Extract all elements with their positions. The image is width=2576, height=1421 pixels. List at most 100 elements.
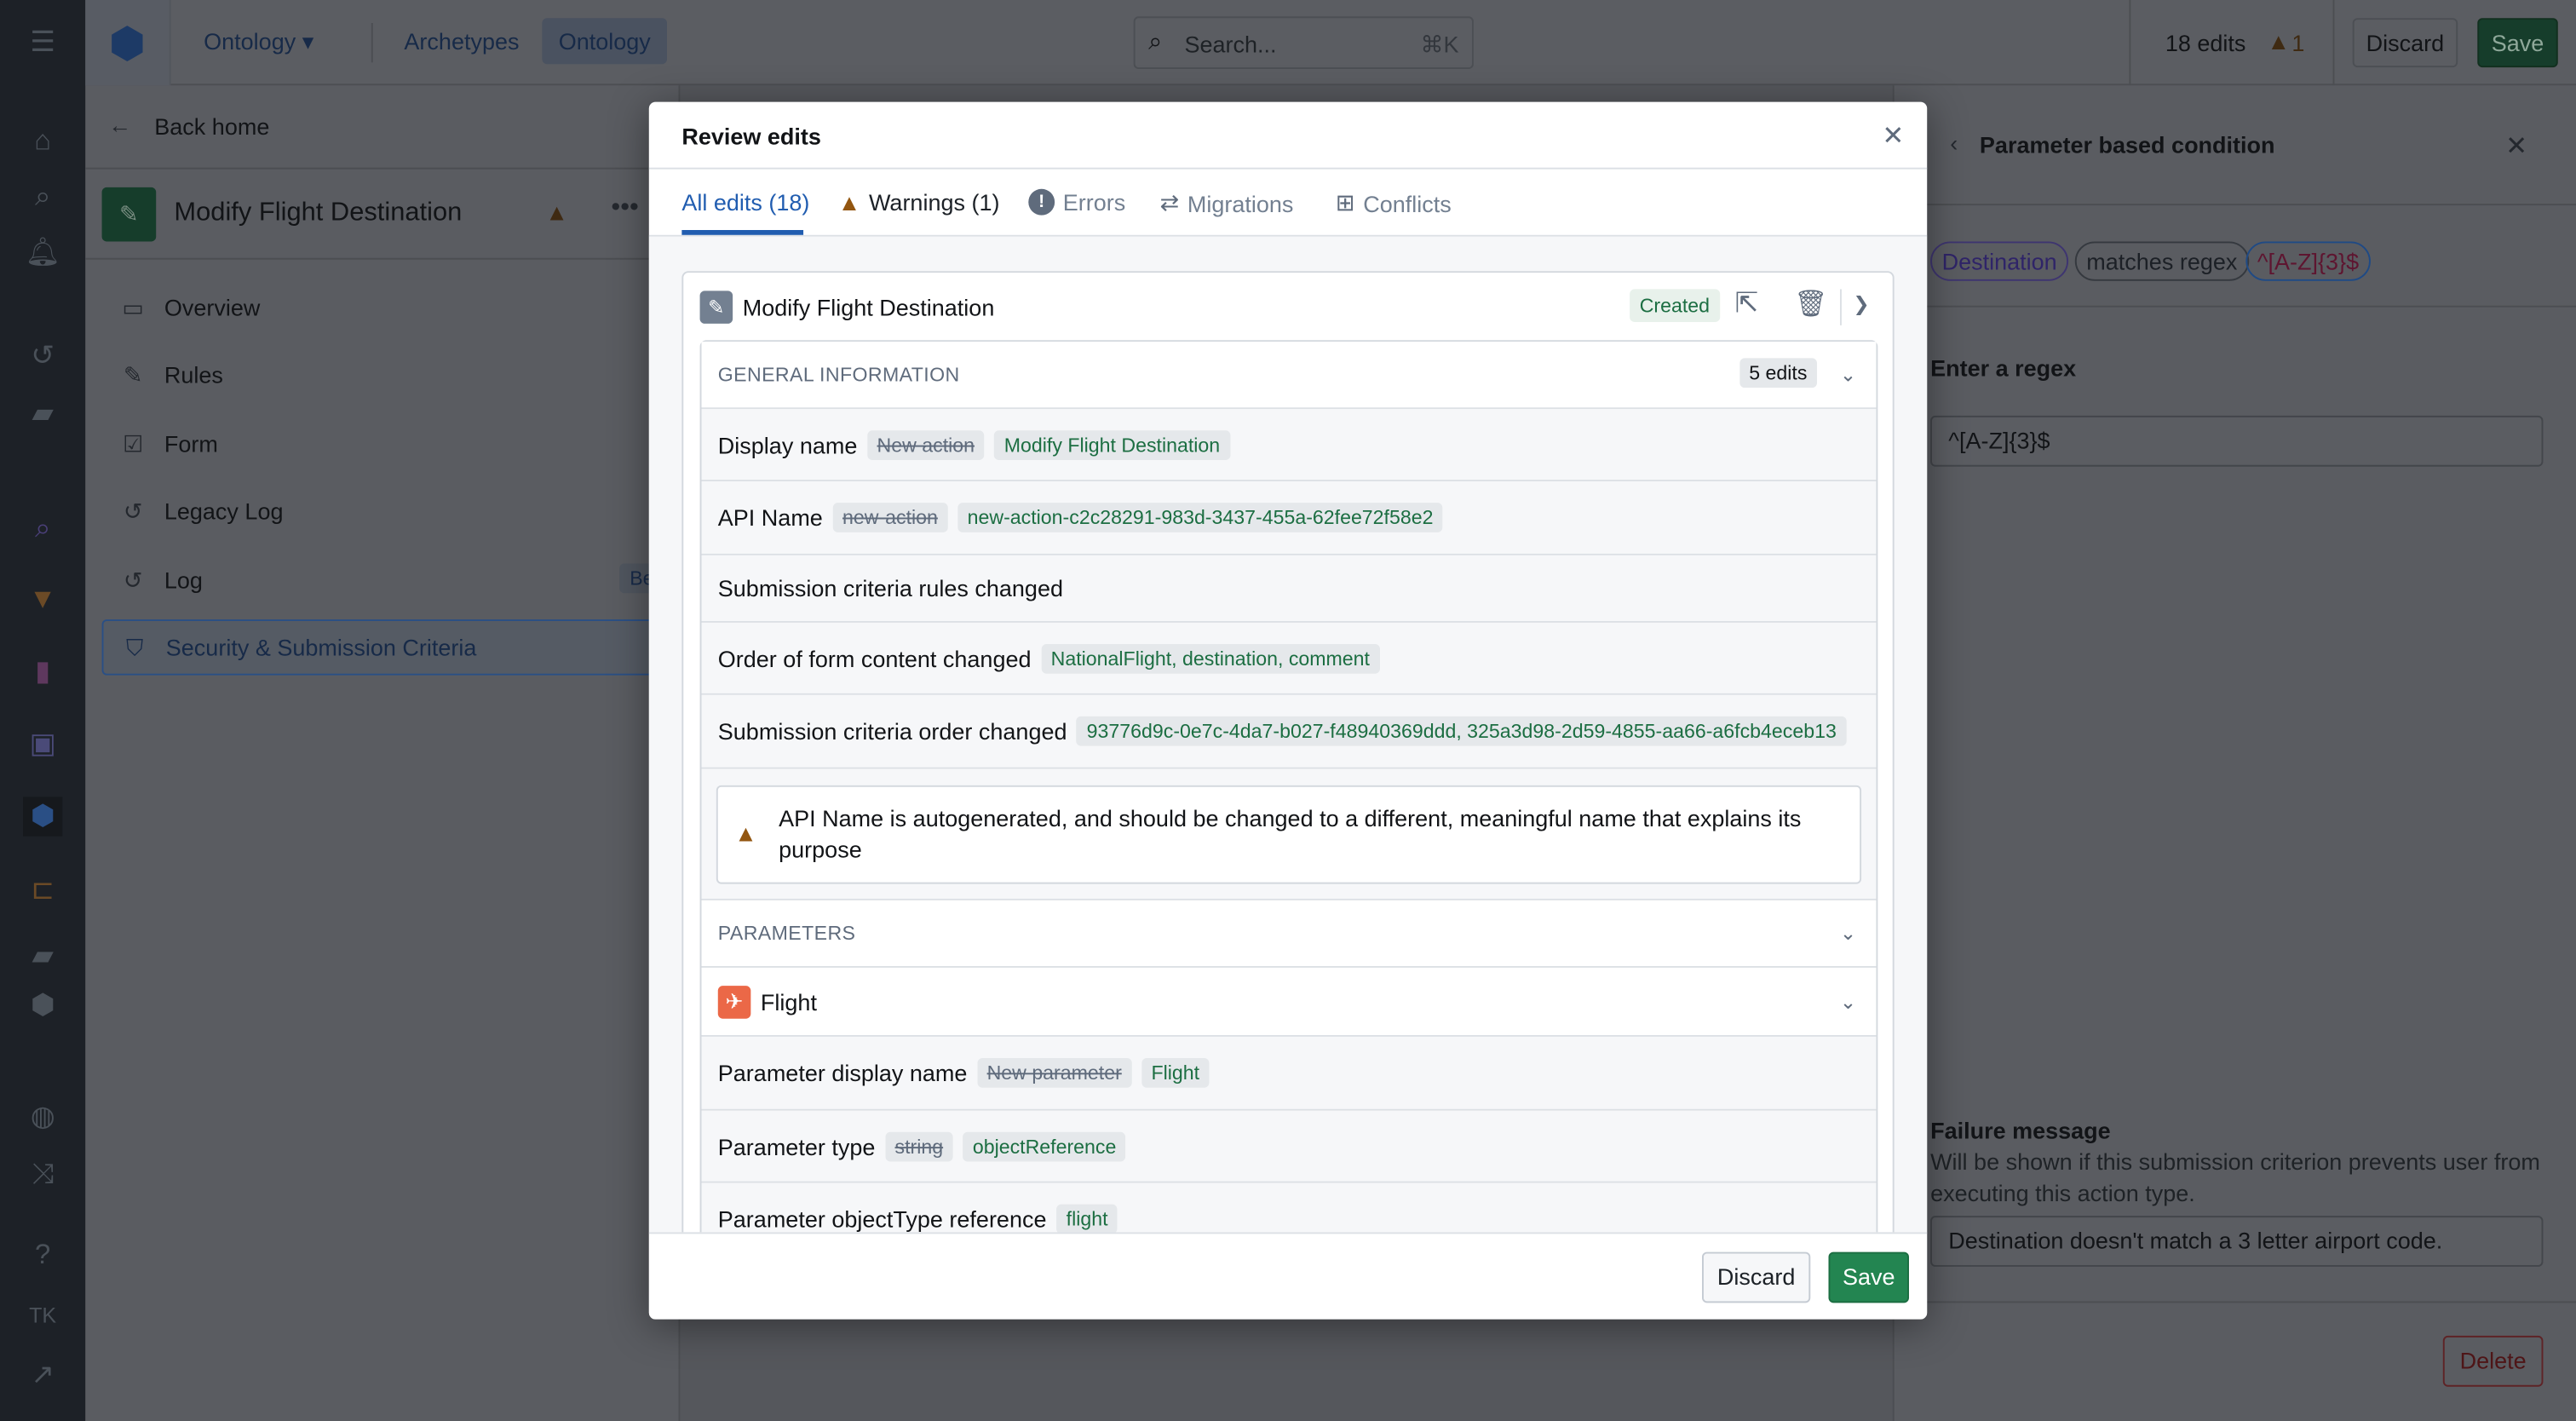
new-value: Flight	[1141, 1057, 1210, 1088]
edit-card: ✎ Modify Flight Destination Created ⇱ 🗑︎…	[681, 271, 1895, 1233]
swap-icon: ⇄	[1159, 188, 1180, 216]
folder-icon[interactable]: ▰	[23, 394, 62, 434]
search-icon[interactable]: ⌕	[23, 177, 62, 216]
nav-rules[interactable]: ✎ Rules	[102, 347, 681, 403]
edit-row: API Name new-action new-action-c2c28291-98…	[701, 481, 1877, 555]
nav-overview[interactable]: ▭ Overview	[102, 279, 681, 336]
chevron-left-icon[interactable]: ‹	[1950, 129, 1958, 156]
warning-icon: ▲	[734, 820, 757, 847]
divider	[2332, 0, 2335, 86]
bell-icon[interactable]: 🔔︎	[23, 233, 62, 273]
pencil-icon: ✎	[101, 187, 157, 242]
app-menu[interactable]: Ontology ▾	[204, 28, 313, 56]
tab-label: All edits (18)	[681, 188, 810, 216]
edits-count[interactable]: 18 edits	[2165, 30, 2246, 56]
edit-row: Submission criteria order changed 93776d9…	[701, 694, 1877, 769]
chevron-down-icon: ⌄	[1839, 363, 1857, 387]
warning-count: 1	[2291, 29, 2305, 56]
ontology-cube-icon[interactable]: ⬢	[22, 797, 63, 837]
menu-icon[interactable]: ☰	[23, 23, 62, 62]
history-icon[interactable]: ↺	[23, 337, 62, 376]
discard-button[interactable]: Discard	[2352, 18, 2458, 68]
starred-cube-icon[interactable]: ⬢	[23, 986, 62, 1025]
row-label: Order of form content changed	[717, 644, 1032, 671]
value-chip[interactable]: ^[A-Z]{3}$	[2245, 241, 2371, 281]
help-icon[interactable]: ?	[23, 1235, 62, 1274]
back-home-label: Back home	[154, 113, 270, 140]
expand-icon[interactable]: ↗	[23, 1355, 62, 1395]
parameter-flight-header[interactable]: ✈ Flight ⌄	[701, 967, 1877, 1037]
pencil-icon: ✎	[123, 360, 143, 388]
dialog-title: Review edits	[681, 123, 821, 150]
app-menu-label: Ontology	[204, 27, 296, 55]
save-button[interactable]: Save	[1828, 1251, 1909, 1303]
divider	[1894, 305, 2576, 308]
parameter-chip[interactable]: Destination	[1930, 241, 2069, 281]
open-external-icon[interactable]: ⇱	[1735, 287, 1758, 320]
divider	[1839, 289, 1842, 325]
user-avatar[interactable]: TK	[23, 1297, 62, 1336]
old-value: string	[884, 1130, 953, 1161]
monitor-icon: ▭	[122, 293, 144, 320]
more-icon[interactable]: •••	[611, 194, 638, 224]
search-input[interactable]: ⌕ Search... ⌘K	[1133, 16, 1474, 69]
general-information-header[interactable]: GENERAL INFORMATION 5 edits ⌄	[701, 342, 1877, 410]
tab-label: Migrations	[1187, 189, 1294, 216]
edit-row: Submission criteria rules changed	[701, 555, 1877, 623]
pipeline-icon[interactable]: ⊏	[23, 871, 62, 910]
warning-icon: ▲	[2267, 27, 2291, 55]
active-tab-indicator	[681, 229, 804, 235]
failure-message-input[interactable]: Destination doesn't match a 3 letter air…	[1930, 1216, 2544, 1267]
tab-all-edits[interactable]: All edits (18)	[681, 189, 809, 216]
ontology-logo: ⬢	[85, 0, 171, 86]
tab-migrations[interactable]: ⇄ Migrations	[1160, 189, 1294, 217]
discard-button[interactable]: Discard	[1701, 1251, 1811, 1303]
edits-list[interactable]: ✎ Modify Flight Destination Created ⇱ 🗑︎…	[648, 236, 1928, 1233]
tab-errors[interactable]: ! Errors	[1028, 188, 1126, 216]
nav-label: Form	[164, 430, 218, 457]
panel-title: Parameter based condition	[1979, 131, 2275, 158]
status-badge: Created	[1630, 289, 1720, 322]
search-icon: ⌕	[1148, 27, 1163, 56]
chevron-down-icon[interactable]: ❯	[1853, 292, 1869, 315]
nav-legacy-log[interactable]: ↺ Legacy Log	[102, 483, 681, 539]
tab-ontology[interactable]: Ontology	[542, 18, 668, 65]
object-explorer-icon[interactable]: ⌕	[23, 509, 62, 549]
tab-label: Errors	[1062, 188, 1126, 216]
regex-input[interactable]: ^[A-Z]{3}$	[1930, 415, 2544, 467]
close-icon[interactable]: ✕	[2505, 129, 2527, 163]
parameters-header[interactable]: PARAMETERS ⌄	[701, 900, 1877, 968]
back-home-link[interactable]: ← Back home	[85, 85, 679, 170]
tab-conflicts[interactable]: ⊞ Conflicts	[1336, 189, 1452, 217]
delete-button[interactable]: Delete	[2442, 1335, 2544, 1387]
nav-form[interactable]: ☑ Form	[102, 416, 681, 472]
home-icon[interactable]: ⌂	[23, 122, 62, 161]
nav-log[interactable]: ↺LogBeta	[102, 552, 681, 608]
operator-chip[interactable]: matches regex	[2074, 241, 2249, 281]
globe-icon[interactable]: ◍	[23, 1097, 62, 1136]
save-button[interactable]: Save	[2477, 18, 2558, 68]
trash-icon[interactable]: 🗑︎	[1794, 287, 1827, 320]
tab-warnings[interactable]: ▲ Warnings (1)	[838, 189, 1000, 216]
funnel-icon[interactable]: ▼	[23, 580, 62, 619]
nav-label: Rules	[164, 361, 223, 388]
new-value: flight	[1056, 1203, 1118, 1233]
tab-label: Conflicts	[1363, 189, 1452, 216]
nav-security-submission-criteria[interactable]: ⛉ Security & Submission Criteria	[101, 619, 681, 676]
failure-label: Failure message	[1930, 1117, 2111, 1144]
arrow-left-icon: ←	[108, 112, 132, 138]
close-icon[interactable]: ✕	[1882, 120, 1904, 153]
caret-down-icon: ▾	[302, 27, 314, 55]
edit-row: Parameter type string objectReference	[701, 1110, 1877, 1183]
shield-icon: ⛉	[126, 633, 144, 660]
tab-archetypes[interactable]: Archetypes	[404, 28, 519, 55]
checklist-icon: ☑	[123, 429, 144, 457]
nav-label: Legacy Log	[164, 498, 284, 525]
new-value: new-action-c2c28291-983d-3437-455a-62fee…	[957, 503, 1444, 532]
shuffle-icon[interactable]: ⤨	[23, 1155, 62, 1194]
chart-icon[interactable]: ▮	[23, 653, 62, 692]
chevron-down-icon: ⌄	[1839, 989, 1857, 1013]
workshop-icon[interactable]: ▣	[23, 724, 62, 763]
edit-count-badge: 5 edits	[1739, 358, 1817, 388]
starred-folder-icon[interactable]: ▰	[23, 936, 62, 975]
